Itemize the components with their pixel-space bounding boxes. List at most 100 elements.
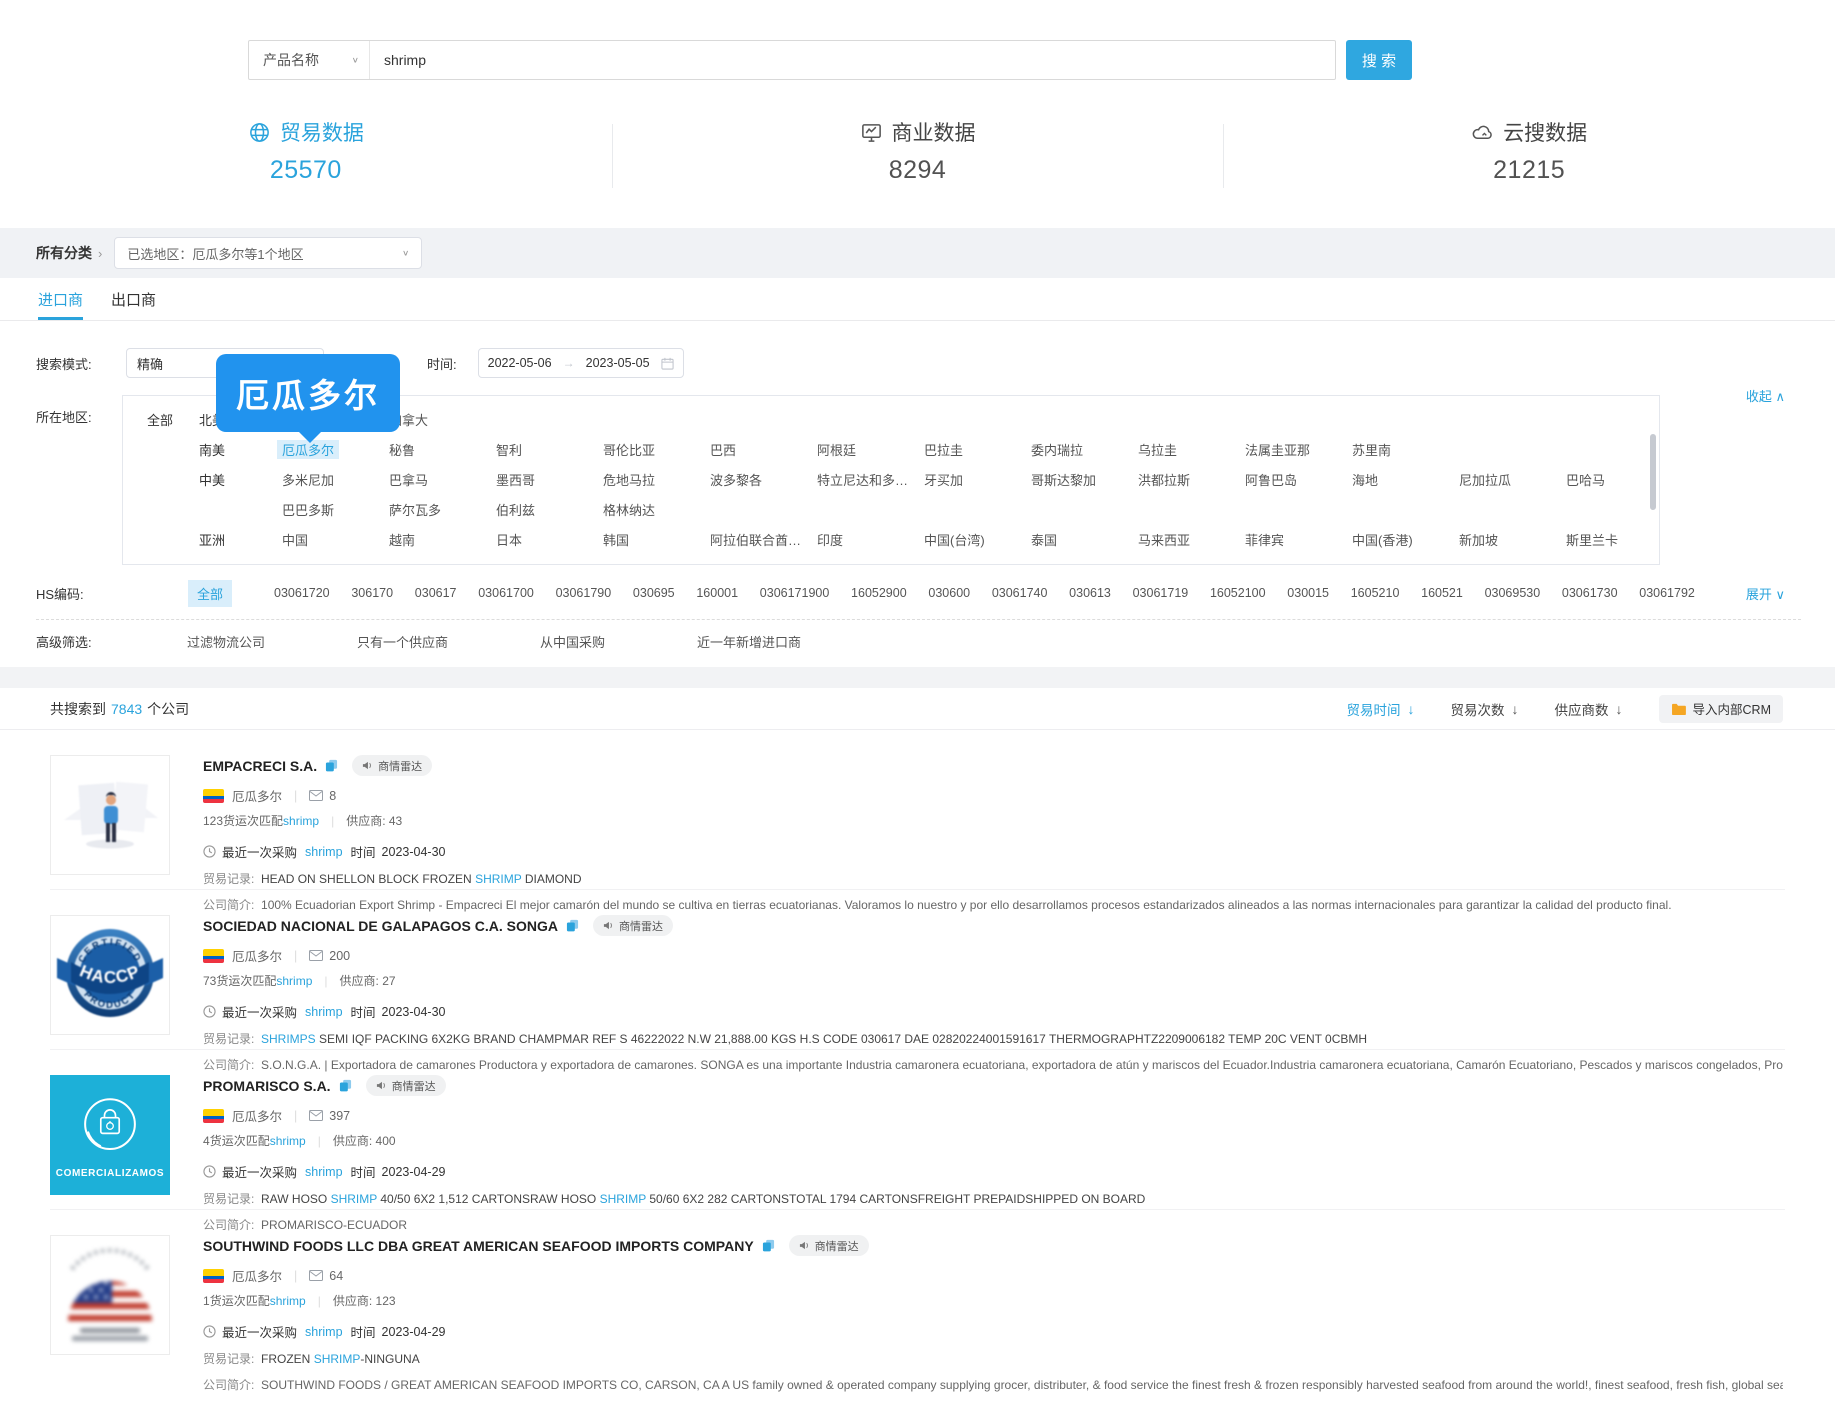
copy-icon[interactable]	[325, 759, 338, 772]
region-country-option[interactable]: 哥伦比亚	[598, 440, 705, 459]
region-country-option[interactable]: 洪都拉斯	[1133, 470, 1240, 489]
keyword-link[interactable]: shrimp	[305, 1005, 343, 1019]
region-country-option[interactable]: 苏里南	[1347, 440, 1454, 459]
region-country-option[interactable]: 危地马拉	[598, 470, 705, 489]
search-input[interactable]	[370, 52, 1335, 68]
region-country-option[interactable]: 日本	[491, 530, 598, 549]
keyword-link[interactable]: shrimp	[283, 814, 319, 828]
tab-exporters[interactable]: 出口商	[111, 278, 156, 320]
advanced-filter-option[interactable]: 过滤物流公司	[187, 632, 265, 651]
region-country-option[interactable]: 加拿大	[384, 410, 491, 429]
collapse-link[interactable]: 收起 ∧	[1746, 386, 1785, 405]
keyword-link[interactable]: shrimp	[305, 845, 343, 859]
hs-code-option[interactable]: 0306171900	[760, 586, 830, 600]
hs-code-option[interactable]: 03061790	[556, 586, 612, 600]
region-country-option[interactable]: 伯利兹	[491, 500, 598, 519]
company-logo[interactable]	[50, 1235, 170, 1355]
company-name[interactable]: SOUTHWIND FOODS LLC DBA GREAT AMERICAN S…	[203, 1238, 754, 1254]
hs-code-option[interactable]: 160521	[1421, 586, 1463, 600]
hs-all-option[interactable]: 全部	[188, 580, 232, 607]
sort-trade-time[interactable]: 贸易时间↓	[1347, 699, 1415, 719]
company-logo[interactable]: CERTIFIED PRODUCT HACCP	[50, 915, 170, 1035]
keyword-link[interactable]: shrimp	[270, 1294, 306, 1308]
hs-code-option[interactable]: 03061740	[992, 586, 1048, 600]
company-name[interactable]: EMPACRECI S.A.	[203, 758, 317, 774]
advanced-filter-option[interactable]: 从中国采购	[540, 632, 605, 651]
business-radar-badge[interactable]: 商情雷达	[352, 755, 432, 776]
hs-code-option[interactable]: 16052900	[851, 586, 907, 600]
keyword-link[interactable]: shrimp	[270, 1134, 306, 1148]
region-country-option[interactable]: 中国(台湾)	[919, 530, 1026, 549]
region-country-option[interactable]: 秘鲁	[384, 440, 491, 459]
hs-code-option[interactable]: 03061792	[1639, 586, 1695, 600]
hs-code-option[interactable]: 030015	[1287, 586, 1329, 600]
region-country-option[interactable]: 多米尼加	[277, 470, 384, 489]
keyword-link[interactable]: shrimp	[276, 974, 312, 988]
region-country-option[interactable]: 乌拉圭	[1133, 440, 1240, 459]
region-country-option[interactable]: 印度	[812, 530, 919, 549]
region-country-option[interactable]: 菲律宾	[1240, 530, 1347, 549]
search-button[interactable]: 搜 索	[1346, 40, 1412, 80]
hs-code-option[interactable]: 030600	[928, 586, 970, 600]
mail-count[interactable]: 8	[309, 789, 336, 803]
hs-code-option[interactable]: 160001	[696, 586, 738, 600]
copy-icon[interactable]	[762, 1239, 775, 1252]
region-country-option[interactable]: 特立尼达和多巴...	[812, 470, 919, 489]
selected-region-dropdown[interactable]: 已选地区：厄瓜多尔等1个地区 ∨	[114, 237, 422, 269]
region-country-option[interactable]: 中国(香港)	[1347, 530, 1454, 549]
hs-code-option[interactable]: 030617	[415, 586, 457, 600]
region-country-option[interactable]: 法属圭亚那	[1240, 440, 1347, 459]
region-country-option[interactable]: 海地	[1347, 470, 1454, 489]
import-crm-button[interactable]: 导入内部CRM	[1659, 695, 1783, 723]
region-country-option[interactable]: 牙买加	[919, 470, 1026, 489]
region-country-option[interactable]: 阿拉伯联合酋长...	[705, 530, 812, 549]
region-country-option[interactable]: 哥斯达黎加	[1026, 470, 1133, 489]
region-country-option[interactable]: 越南	[384, 530, 491, 549]
copy-icon[interactable]	[339, 1079, 352, 1092]
hs-code-option[interactable]: 03069530	[1485, 586, 1541, 600]
hs-code-option[interactable]: 306170	[351, 586, 393, 600]
tab-importers[interactable]: 进口商	[38, 278, 83, 320]
region-country-option[interactable]: 马来西亚	[1133, 530, 1240, 549]
hs-code-option[interactable]: 030613	[1069, 586, 1111, 600]
hs-code-option[interactable]: 03061720	[274, 586, 330, 600]
region-country-option[interactable]: 委内瑞拉	[1026, 440, 1133, 459]
hs-code-option[interactable]: 1605210	[1351, 586, 1400, 600]
region-country-option[interactable]: 厄瓜多尔	[277, 440, 384, 459]
region-country-option[interactable]: 新加坡	[1454, 530, 1561, 549]
hs-code-option[interactable]: 16052100	[1210, 586, 1266, 600]
region-scrollbar-thumb[interactable]	[1650, 434, 1656, 510]
hs-code-option[interactable]: 03061719	[1133, 586, 1189, 600]
region-country-option[interactable]: 巴巴多斯	[277, 500, 384, 519]
region-country-option[interactable]: 尼加拉瓜	[1454, 470, 1561, 489]
region-country-option[interactable]: 智利	[491, 440, 598, 459]
sort-trade-count[interactable]: 贸易次数↓	[1451, 699, 1519, 719]
mail-count[interactable]: 200	[309, 949, 350, 963]
expand-link[interactable]: 展开 ∨	[1736, 584, 1785, 603]
region-country-option[interactable]: 波多黎各	[705, 470, 812, 489]
region-country-option[interactable]: 中国	[277, 530, 384, 549]
region-all-option[interactable]: 全部	[147, 410, 199, 429]
region-country-option[interactable]: 泰国	[1026, 530, 1133, 549]
stat-cloud-data[interactable]: 云搜数据 21215	[1223, 108, 1835, 194]
mail-count[interactable]: 397	[309, 1109, 350, 1123]
region-country-option[interactable]: 萨尔瓦多	[384, 500, 491, 519]
copy-icon[interactable]	[566, 919, 579, 932]
region-country-option[interactable]: 巴西	[705, 440, 812, 459]
region-country-option[interactable]: 斯里兰卡	[1561, 530, 1668, 549]
hs-code-option[interactable]: 030695	[633, 586, 675, 600]
advanced-filter-option[interactable]: 近一年新增进口商	[697, 632, 801, 651]
company-logo[interactable]: COMERCIALIZAMOS	[50, 1075, 170, 1195]
sort-supplier-count[interactable]: 供应商数↓	[1555, 699, 1623, 719]
company-name[interactable]: SOCIEDAD NACIONAL DE GALAPAGOS C.A. SONG…	[203, 918, 558, 934]
stat-business-data[interactable]: 商业数据 8294	[612, 108, 1224, 194]
region-country-option[interactable]: 墨西哥	[491, 470, 598, 489]
keyword-link[interactable]: shrimp	[305, 1165, 343, 1179]
company-logo[interactable]	[50, 755, 170, 875]
date-range-picker[interactable]: 2022-05-06 → 2023-05-05	[478, 348, 684, 378]
hs-code-option[interactable]: 03061700	[478, 586, 534, 600]
mail-count[interactable]: 64	[309, 1269, 343, 1283]
search-category-dropdown[interactable]: 产品名称 ∨	[249, 41, 370, 79]
hs-code-option[interactable]: 03061730	[1562, 586, 1618, 600]
stat-trade-data[interactable]: 贸易数据 25570	[0, 108, 612, 194]
